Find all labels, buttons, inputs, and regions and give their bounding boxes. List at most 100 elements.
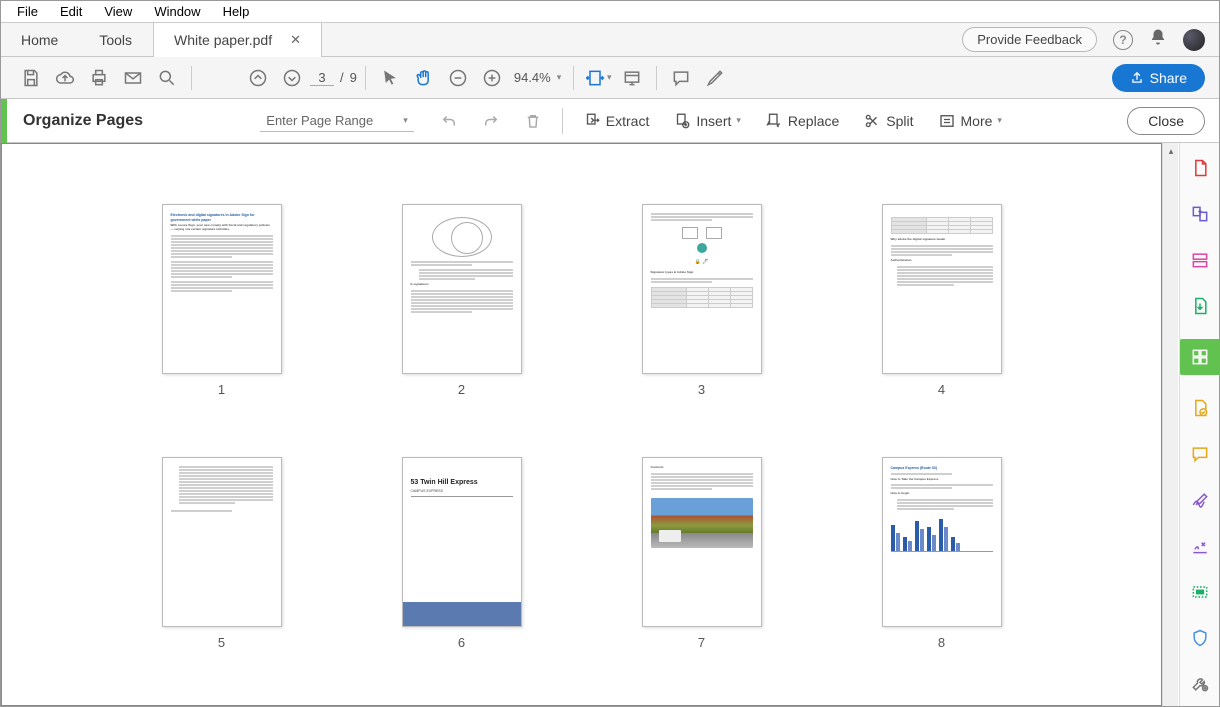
- right-tools-rail: [1179, 143, 1219, 706]
- vertical-scrollbar[interactable]: ▴: [1162, 143, 1178, 706]
- menu-bar: File Edit View Window Help: [1, 1, 1219, 23]
- close-tab-icon[interactable]: ✕: [290, 32, 301, 48]
- more-label: More: [961, 113, 993, 129]
- page-range-input[interactable]: Enter Page Range ▾: [260, 110, 414, 132]
- tab-document[interactable]: White paper.pdf ✕: [153, 23, 322, 57]
- page6-subheading: CAMPUS EXPRESS: [411, 489, 513, 497]
- page-number-label: 2: [458, 382, 465, 397]
- chevron-down-icon: ▾: [403, 115, 408, 126]
- page-preview: 53 Twin Hill Express CAMPUS EXPRESS: [402, 457, 522, 627]
- menu-file[interactable]: File: [7, 2, 48, 21]
- toolbar-separator: [365, 66, 366, 90]
- account-avatar[interactable]: [1183, 29, 1205, 51]
- page-range-placeholder: Enter Page Range: [266, 113, 373, 128]
- extract-button[interactable]: Extract: [575, 105, 658, 137]
- thumbnail-area[interactable]: Electronic and digital signatures in Ado…: [1, 143, 1162, 706]
- toolbar-separator: [191, 66, 192, 90]
- page6-heading: 53 Twin Hill Express: [411, 478, 513, 487]
- page-thumbnail[interactable]: Why adobe the digital signature leader A…: [852, 204, 1032, 397]
- select-tool-icon[interactable]: [374, 62, 406, 94]
- page-preview: Electronic and digital signatures in Ado…: [162, 204, 282, 374]
- page-indicator: 3 / 9: [310, 70, 357, 86]
- sign-icon[interactable]: [1187, 533, 1213, 559]
- provide-feedback-button[interactable]: Provide Feedback: [962, 27, 1097, 52]
- page-number-label: 8: [938, 635, 945, 650]
- save-icon[interactable]: [15, 62, 47, 94]
- redact-icon[interactable]: [1187, 579, 1213, 605]
- menu-help[interactable]: Help: [213, 2, 260, 21]
- page-preview: 🔒 🖊 Signature types & Adobe Sign: [642, 204, 762, 374]
- menu-window[interactable]: Window: [144, 2, 210, 21]
- zoom-select[interactable]: 94.4% ▾: [510, 70, 565, 85]
- tab-bar: Home Tools White paper.pdf ✕ Provide Fee…: [1, 23, 1219, 57]
- undo-button[interactable]: [432, 105, 466, 137]
- split-button[interactable]: Split: [855, 105, 921, 137]
- zoom-in-icon[interactable]: [476, 62, 508, 94]
- protect-icon[interactable]: [1187, 625, 1213, 651]
- page-preview: [162, 457, 282, 627]
- page-display-icon[interactable]: [616, 62, 648, 94]
- page-thumbnail[interactable]: 5: [132, 457, 312, 650]
- organize-separator: [562, 108, 563, 134]
- share-button[interactable]: Share: [1112, 64, 1205, 92]
- help-icon[interactable]: ?: [1113, 30, 1133, 50]
- organize-pages-bar: Organize Pages Enter Page Range ▾ Extrac…: [1, 99, 1219, 143]
- menu-edit[interactable]: Edit: [50, 2, 92, 21]
- page-thumbnail[interactable]: 53 Twin Hill Express CAMPUS EXPRESS 6: [372, 457, 552, 650]
- page-thumbnail[interactable]: Campus Express (Route 53) How to Take th…: [852, 457, 1032, 650]
- search-icon[interactable]: [151, 62, 183, 94]
- page-thumbnail[interactable]: Contents 7: [612, 457, 792, 650]
- comment-icon[interactable]: [665, 62, 697, 94]
- page-number-label: 3: [698, 382, 705, 397]
- replace-button[interactable]: Replace: [757, 105, 847, 137]
- tab-home[interactable]: Home: [1, 23, 79, 57]
- current-page-input[interactable]: 3: [310, 70, 334, 86]
- page-preview: Contents: [642, 457, 762, 627]
- thumbnail-grid: Electronic and digital signatures in Ado…: [42, 204, 1121, 650]
- page-number-label: 4: [938, 382, 945, 397]
- zoom-value: 94.4%: [514, 70, 551, 85]
- page-thumbnail[interactable]: E-signatures 2: [372, 204, 552, 397]
- chevron-down-icon: ▾: [997, 115, 1002, 126]
- fill-sign-icon[interactable]: [1187, 487, 1213, 513]
- edit-pdf-icon[interactable]: [1187, 247, 1213, 273]
- combine-files-icon[interactable]: [1187, 201, 1213, 227]
- tab-document-label: White paper.pdf: [174, 32, 272, 48]
- send-for-review-icon[interactable]: [1187, 395, 1213, 421]
- page-number-label: 7: [698, 635, 705, 650]
- page-thumbnail[interactable]: Electronic and digital signatures in Ado…: [132, 204, 312, 397]
- extract-label: Extract: [606, 113, 650, 129]
- page-separator: /: [340, 70, 344, 85]
- organize-pages-icon[interactable]: [1180, 339, 1220, 375]
- export-pdf-icon[interactable]: [1187, 293, 1213, 319]
- replace-label: Replace: [788, 113, 839, 129]
- close-button[interactable]: Close: [1127, 107, 1205, 135]
- page-preview: E-signatures: [402, 204, 522, 374]
- page-up-icon[interactable]: [242, 62, 274, 94]
- zoom-out-icon[interactable]: [442, 62, 474, 94]
- delete-button[interactable]: [516, 105, 550, 137]
- scroll-up-icon[interactable]: ▴: [1163, 143, 1179, 159]
- cloud-upload-icon[interactable]: [49, 62, 81, 94]
- fit-width-icon[interactable]: ▾: [582, 62, 614, 94]
- toolbar-separator: [656, 66, 657, 90]
- hand-tool-icon[interactable]: [408, 62, 440, 94]
- menu-view[interactable]: View: [94, 2, 142, 21]
- more-tools-icon[interactable]: [1187, 671, 1213, 697]
- toolbar-separator: [573, 66, 574, 90]
- main-toolbar: 3 / 9 94.4% ▾ ▾ Share: [1, 57, 1219, 99]
- redo-button[interactable]: [474, 105, 508, 137]
- mail-icon[interactable]: [117, 62, 149, 94]
- print-icon[interactable]: [83, 62, 115, 94]
- comment-tool-icon[interactable]: [1187, 441, 1213, 467]
- highlight-icon[interactable]: [699, 62, 731, 94]
- more-button[interactable]: More ▾: [930, 105, 1010, 137]
- split-label: Split: [886, 113, 913, 129]
- create-pdf-icon[interactable]: [1187, 155, 1213, 181]
- page-down-icon[interactable]: [276, 62, 308, 94]
- page-thumbnail[interactable]: 🔒 🖊 Signature types & Adobe Sign 3: [612, 204, 792, 397]
- page-number-label: 5: [218, 635, 225, 650]
- tab-tools[interactable]: Tools: [79, 23, 153, 57]
- insert-button[interactable]: Insert ▾: [665, 105, 749, 137]
- notifications-icon[interactable]: [1149, 28, 1167, 51]
